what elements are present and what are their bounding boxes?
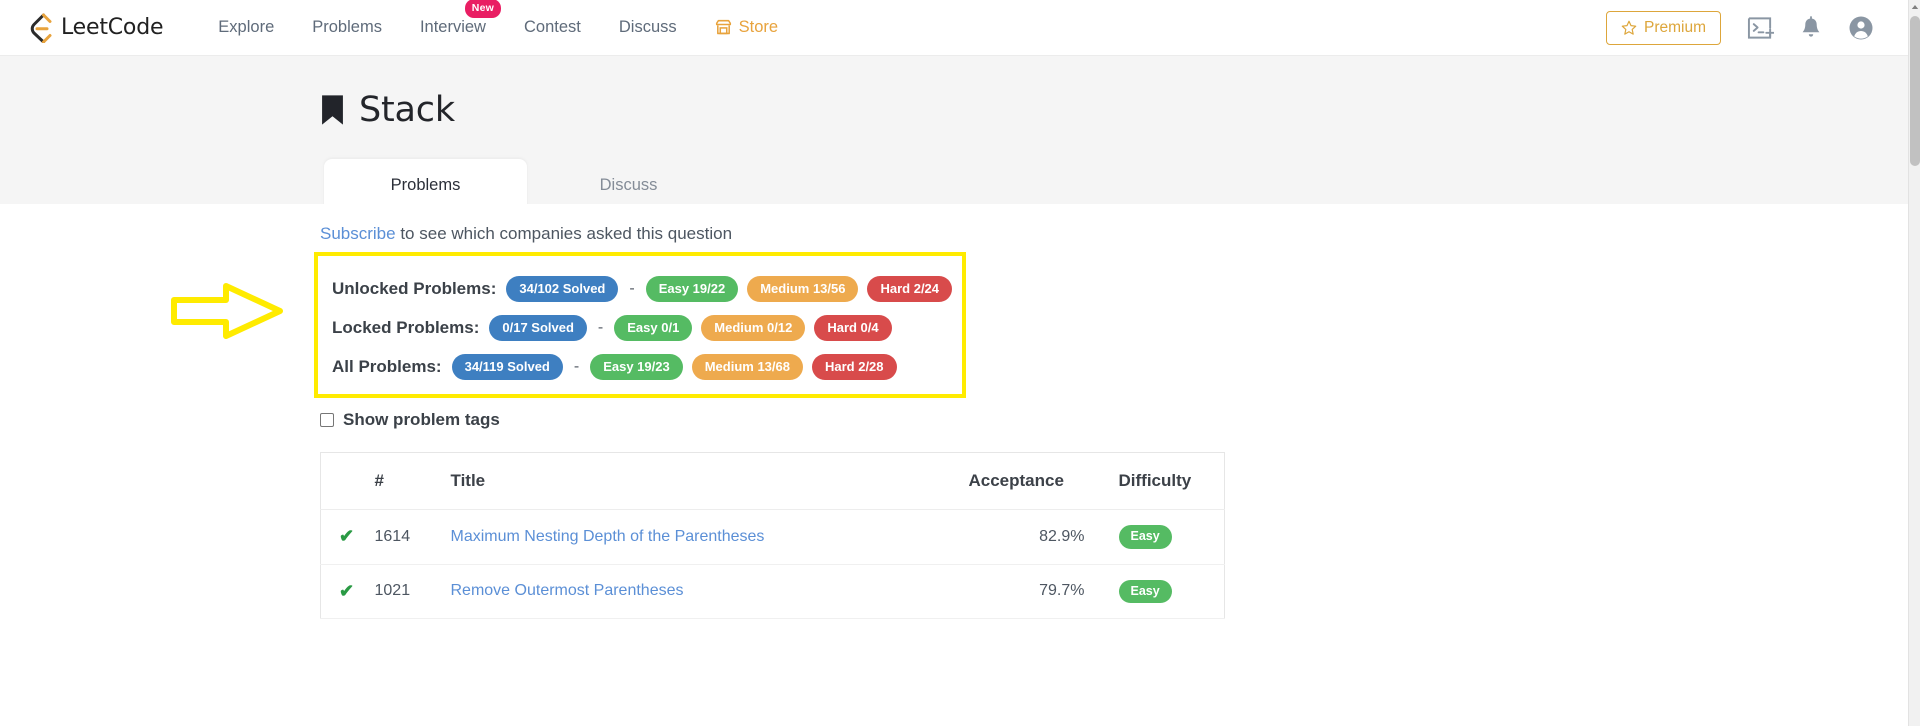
solved-check-icon: ✔	[339, 526, 355, 547]
stat-pill-unlocked-medium: Medium 13/56	[747, 276, 859, 302]
avatar-icon	[1849, 16, 1873, 39]
nav-link-interview-label: Interview	[419, 18, 486, 36]
row-acceptance: 82.9%	[958, 509, 1109, 565]
row-number: 1614	[364, 509, 441, 565]
solved-check-icon: ✔	[339, 580, 355, 601]
row-status-icon: ✔	[320, 509, 365, 565]
leetcode-logo[interactable]: LeetCode	[28, 13, 163, 43]
chevron-up-icon	[1911, 5, 1919, 9]
header-acceptance[interactable]: Acceptance	[958, 452, 1109, 510]
header-number[interactable]: #	[364, 452, 441, 510]
stat-pill-all-easy: Easy 19/23	[590, 354, 683, 380]
table-row[interactable]: ✔ 1021 Remove Outermost Parentheses 79.7…	[320, 564, 1225, 619]
nav-links: Explore Problems Interview New Contest D…	[199, 0, 797, 43]
stat-row-unlocked: Unlocked Problems: 34/102 Solved - Easy …	[332, 276, 953, 302]
main-content: Subscribe to see which companies asked t…	[0, 204, 1908, 619]
stat-pill-locked-medium: Medium 0/12	[701, 315, 806, 341]
stat-pill-unlocked-total: 34/102 Solved	[506, 276, 619, 302]
difficulty-badge: Easy	[1118, 525, 1172, 549]
page-title-group: Stack	[320, 90, 1908, 130]
show-problem-tags-checkbox[interactable]	[320, 413, 334, 427]
stat-pill-locked-easy: Easy 0/1	[614, 315, 693, 341]
user-avatar-icon[interactable]	[1848, 15, 1874, 41]
header-difficulty[interactable]: Difficulty	[1108, 452, 1225, 510]
store-icon	[715, 19, 731, 35]
nav-link-discuss[interactable]: Discuss	[600, 12, 696, 43]
scrollbar-thumb[interactable]	[1910, 16, 1920, 166]
stat-label-all: All Problems:	[332, 357, 442, 376]
nav-link-interview[interactable]: Interview New	[401, 0, 505, 43]
stat-pill-all-hard: Hard 2/28	[811, 354, 897, 380]
table-row[interactable]: ✔ 1614 Maximum Nesting Depth of the Pare…	[320, 509, 1225, 565]
stat-pill-all-total: 34/119 Solved	[451, 354, 563, 380]
problems-table-head: # Title Acceptance Difficulty	[320, 452, 1225, 510]
difficulty-badge: Easy	[1118, 579, 1172, 603]
row-difficulty: Easy	[1108, 564, 1225, 619]
premium-button[interactable]: Premium	[1605, 10, 1721, 45]
subscribe-notice: Subscribe to see which companies asked t…	[320, 224, 1908, 244]
row-title: Maximum Nesting Depth of the Parentheses	[440, 509, 959, 565]
annotation-arrow-icon	[171, 283, 283, 339]
nav-link-problems-label: Problems	[312, 18, 382, 36]
bell-icon	[1802, 15, 1820, 37]
playground-terminal-icon	[1747, 16, 1774, 39]
nav-link-store[interactable]: Store	[696, 12, 797, 43]
show-problem-tags-row: Show problem tags	[320, 410, 1908, 430]
stat-dash-locked: -	[597, 319, 604, 336]
subscribe-rest-text: to see which companies asked this questi…	[395, 224, 733, 243]
row-number: 1021	[364, 564, 441, 619]
page-hero: Stack Problems Discuss	[0, 56, 1908, 212]
stat-pill-all-medium: Medium 13/68	[691, 354, 803, 380]
problems-table-body: ✔ 1614 Maximum Nesting Depth of the Pare…	[320, 509, 1225, 619]
playground-icon[interactable]	[1747, 16, 1774, 40]
row-difficulty: Easy	[1108, 509, 1225, 565]
nav-link-problems[interactable]: Problems	[293, 12, 401, 43]
row-title: Remove Outermost Parentheses	[440, 564, 959, 619]
stat-dash-unlocked: -	[629, 280, 635, 297]
notifications-bell-icon[interactable]	[1800, 15, 1822, 40]
stat-pill-locked-total: 0/17 Solved	[489, 315, 587, 341]
stat-row-locked: Locked Problems: 0/17 Solved - Easy 0/1 …	[332, 315, 952, 341]
row-status-icon: ✔	[320, 564, 365, 619]
stat-label-locked: Locked Problems:	[332, 318, 480, 337]
stat-pill-unlocked-easy: Easy 19/22	[645, 276, 739, 302]
page-title: Stack	[359, 90, 455, 130]
scrollbar-up-arrow-icon[interactable]	[1909, 0, 1920, 14]
problem-stats-box: Unlocked Problems: 34/102 Solved - Easy …	[314, 252, 967, 398]
table-header-row: # Title Acceptance Difficulty	[320, 452, 1225, 510]
show-problem-tags-label[interactable]: Show problem tags	[343, 410, 500, 430]
nav-link-contest-label: Contest	[523, 18, 581, 36]
stat-dash-all: -	[573, 358, 580, 375]
problem-link[interactable]: Maximum Nesting Depth of the Parentheses	[451, 528, 765, 545]
leetcode-mark-icon	[30, 13, 52, 43]
subscribe-link[interactable]: Subscribe	[320, 224, 396, 243]
tab-discuss-label: Discuss	[599, 176, 658, 194]
stat-pill-unlocked-hard: Hard 2/24	[867, 276, 953, 302]
nav-link-contest[interactable]: Contest	[505, 12, 600, 43]
row-acceptance: 79.7%	[958, 564, 1109, 619]
tab-problems-label: Problems	[390, 176, 461, 194]
problems-table: # Title Acceptance Difficulty ✔ 1614 Max…	[320, 452, 1225, 619]
navbar-right-group: Premium	[1605, 10, 1884, 45]
header-status	[320, 452, 365, 510]
nav-link-explore[interactable]: Explore	[199, 12, 293, 43]
new-badge: New	[464, 0, 501, 18]
header-title[interactable]: Title	[440, 452, 959, 510]
brand-label: LeetCode	[61, 15, 164, 40]
stat-pill-locked-hard: Hard 0/4	[814, 315, 892, 341]
stat-label-unlocked: Unlocked Problems:	[332, 279, 497, 298]
stat-row-all: All Problems: 34/119 Solved - Easy 19/23…	[332, 354, 952, 380]
nav-link-discuss-label: Discuss	[618, 18, 677, 36]
top-navbar: LeetCode Explore Problems Interview New …	[0, 0, 1908, 56]
bookmark-icon	[322, 95, 343, 125]
nav-link-explore-label: Explore	[218, 18, 275, 36]
page-scrollbar[interactable]	[1908, 0, 1920, 726]
problem-link[interactable]: Remove Outermost Parentheses	[451, 582, 684, 599]
premium-label: Premium	[1643, 18, 1706, 36]
nav-link-store-label: Store	[738, 18, 779, 36]
star-icon	[1621, 20, 1637, 35]
